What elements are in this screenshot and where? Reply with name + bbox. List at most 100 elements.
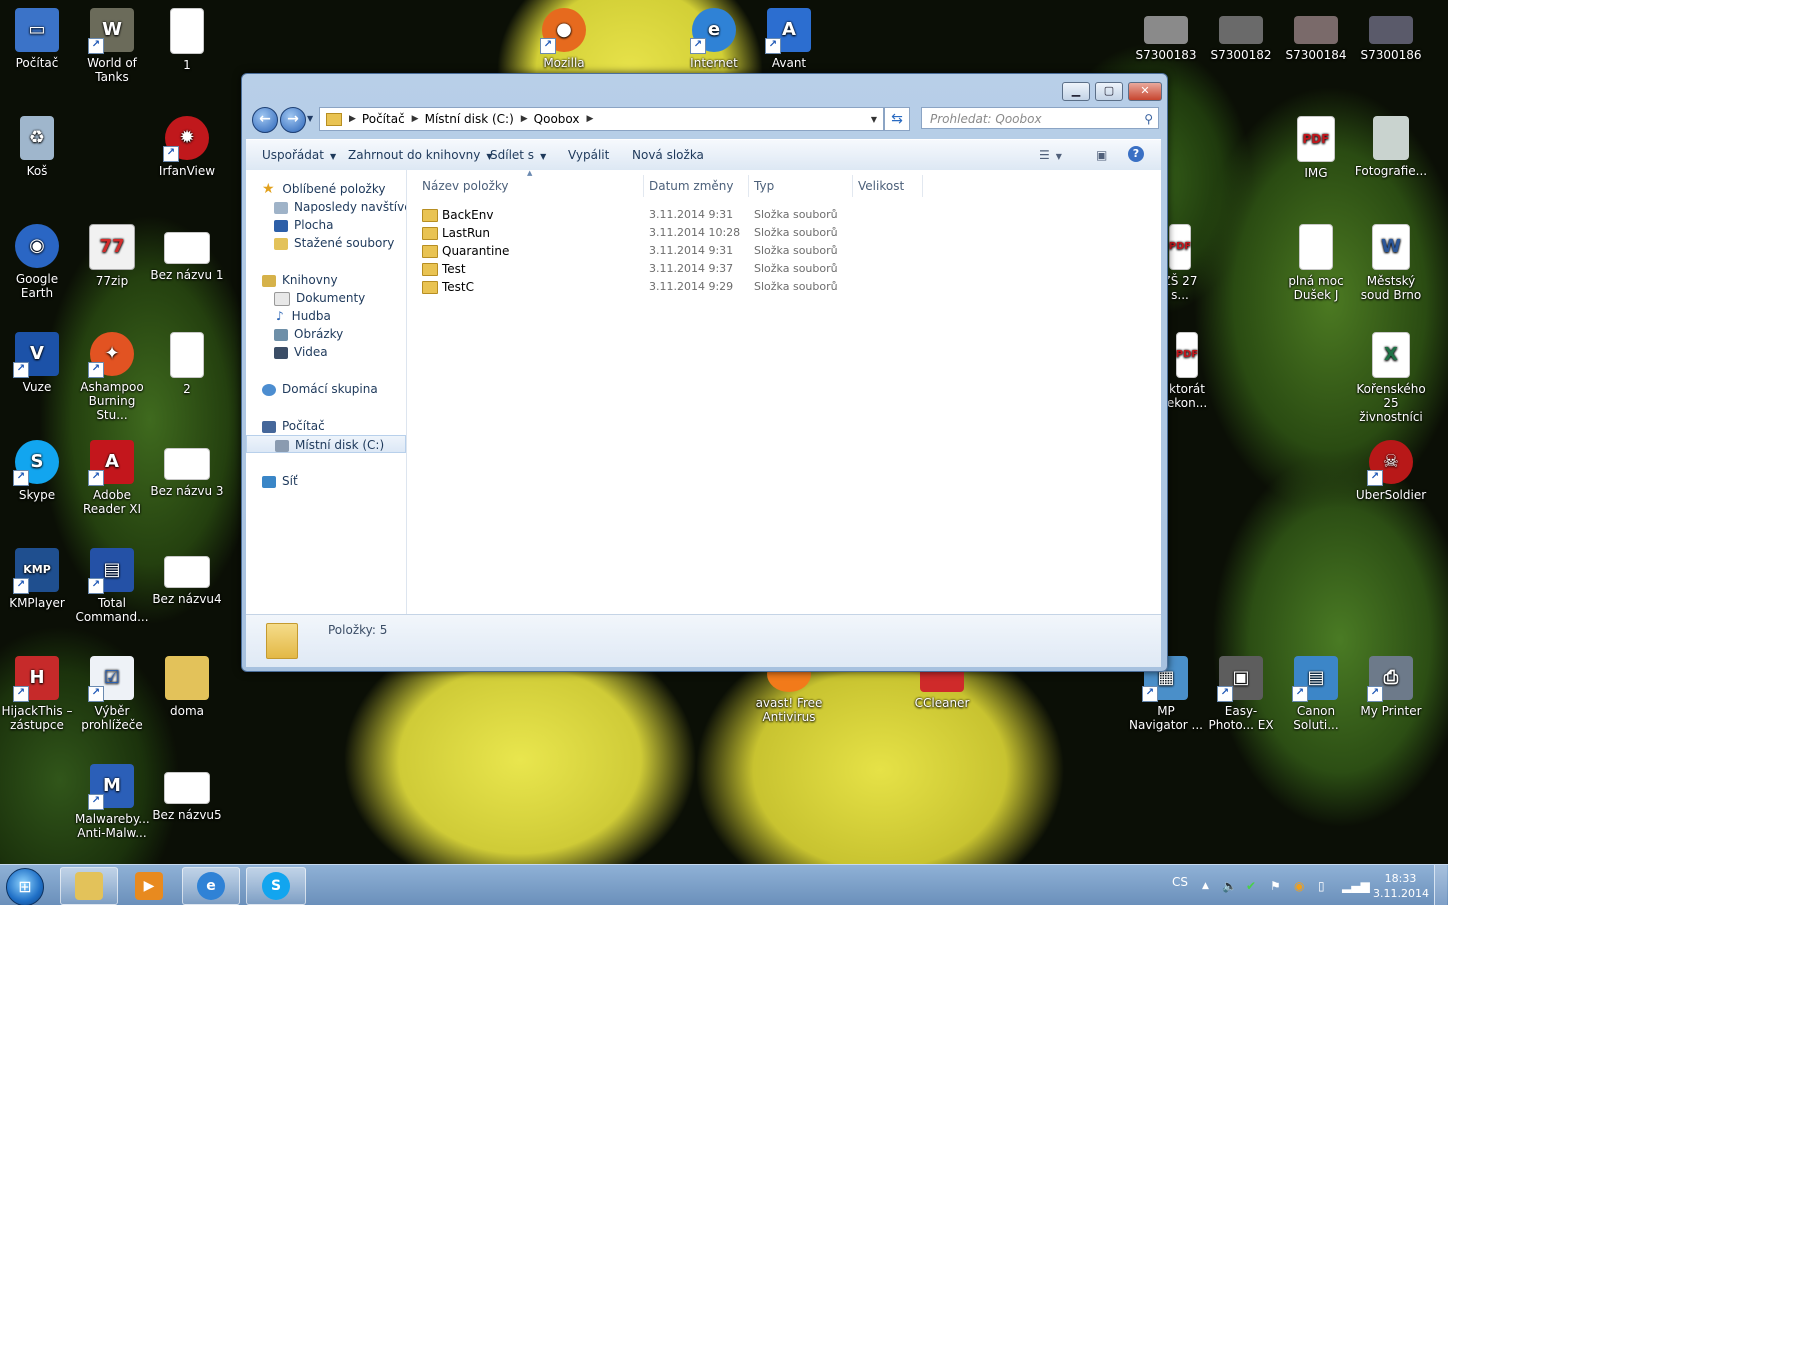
desktop-icon-mestsky-soud-brno[interactable]: W Městský soud Brno — [1354, 224, 1428, 302]
nav-libraries[interactable]: Knihovny — [246, 271, 406, 289]
language-indicator[interactable]: CS — [1172, 875, 1188, 889]
help-button[interactable]: ? — [1128, 146, 1144, 162]
desktop-icon-vyber-prohlizece[interactable]: ☑ ↗ Výběr prohlížeče — [75, 656, 149, 732]
chevron-right-icon[interactable]: ▶ — [521, 114, 528, 124]
column-separator[interactable] — [643, 175, 644, 197]
clock[interactable]: 18:33 3.11.2014 — [1373, 871, 1429, 901]
file-row[interactable]: TestC 3.11.2014 9:29 Složka souborů — [407, 278, 1161, 296]
column-separator[interactable] — [748, 175, 749, 197]
desktop-icon-avast[interactable]: avast! Free Antivirus — [752, 656, 826, 724]
file-row[interactable]: Test 3.11.2014 9:37 Složka souborů — [407, 260, 1161, 278]
view-options-button[interactable]: ☰ ▼ — [1039, 148, 1062, 162]
forward-button[interactable]: → — [280, 107, 306, 133]
search-input[interactable]: Prohledat: Qoobox ⚲ — [921, 107, 1159, 129]
close-button[interactable]: ✕ — [1128, 82, 1162, 101]
desktop-icon-bez-nazvu-4[interactable]: Bez názvu4 — [150, 548, 224, 606]
taskbar-explorer[interactable] — [60, 867, 118, 905]
desktop-icon-ubersoldier[interactable]: ☠ ↗ UberSoldier — [1354, 440, 1428, 502]
nav-recent-places[interactable]: Naposledy navštívené — [246, 198, 406, 216]
nav-desktop[interactable]: Plocha — [246, 216, 406, 234]
column-header-date[interactable]: Datum změny — [649, 179, 734, 193]
chevron-right-icon[interactable]: ▶ — [349, 114, 356, 124]
start-button[interactable]: ⊞ — [6, 868, 44, 905]
file-row[interactable]: LastRun 3.11.2014 10:28 Složka souborů — [407, 224, 1161, 242]
nav-pictures[interactable]: Obrázky — [246, 325, 406, 343]
desktop-icon-malwarebytes[interactable]: M ↗ Malwareby... Anti-Malw... — [75, 764, 150, 840]
address-bar[interactable]: ▶ Počítač ▶ Místní disk (C:) ▶ Qoobox ▶ … — [319, 107, 884, 131]
desktop-icon-kmplayer[interactable]: KMP ↗ KMPlayer — [0, 548, 74, 610]
column-separator[interactable] — [922, 175, 923, 197]
breadcrumb-computer[interactable]: Počítač — [362, 112, 405, 126]
desktop-icon-plna-moc[interactable]: plná moc Dušek J — [1279, 224, 1353, 302]
desktop-icon-ktorat[interactable]: PDF ktorát ekon... — [1162, 332, 1212, 410]
nav-favorites[interactable]: ★ Oblíbené položky — [246, 180, 406, 198]
taskbar-skype[interactable]: S — [246, 867, 306, 905]
action-center-flag-icon[interactable]: ⚑ — [1270, 879, 1281, 893]
preview-pane-button[interactable]: ▣ — [1096, 148, 1107, 162]
desktop-icon-computer[interactable]: ▭ Počítač — [0, 8, 74, 70]
volume-icon[interactable]: 🔈 — [1222, 879, 1237, 893]
nav-documents[interactable]: Dokumenty — [246, 289, 406, 307]
nav-network[interactable]: Síť — [246, 472, 406, 490]
search-icon[interactable]: ⚲ — [1144, 108, 1153, 130]
desktop-icon-internet[interactable]: e ↗ Internet — [677, 8, 751, 70]
desktop-icon-google-earth[interactable]: ◉ Google Earth — [0, 224, 74, 300]
desktop-icon-hijackthis[interactable]: H ↗ HijackThis – zástupce — [0, 656, 74, 732]
desktop-icon-fotografie[interactable]: Fotografie... — [1354, 116, 1428, 178]
desktop-icon-bez-nazvu-1[interactable]: Bez názvu 1 — [150, 224, 224, 282]
desktop-icon-total-commander[interactable]: ▤ ↗ Total Command... — [75, 548, 149, 624]
file-row[interactable]: BackEnv 3.11.2014 9:31 Složka souborů — [407, 206, 1161, 224]
desktop-icon-canon-solution[interactable]: ▤ ↗ Canon Soluti... — [1279, 656, 1353, 732]
network-signal-icon[interactable]: ▂▄▆ — [1342, 879, 1370, 893]
taskbar-media-player[interactable]: ▶ — [120, 867, 178, 905]
column-header-name[interactable]: Název položky — [422, 179, 508, 193]
desktop-icon-img[interactable]: PDF IMG — [1279, 116, 1353, 180]
taskbar-internet-explorer[interactable]: e — [182, 867, 240, 905]
breadcrumb-local-disk[interactable]: Místní disk (C:) — [425, 112, 514, 126]
share-with-button[interactable]: Sdílet s ▼ — [490, 148, 546, 162]
chevron-right-icon[interactable]: ▶ — [587, 114, 594, 124]
desktop-icon-ashampoo[interactable]: ✦ ↗ Ashampoo Burning Stu... — [75, 332, 149, 422]
desktop-icon-vuze[interactable]: V ↗ Vuze — [0, 332, 74, 394]
desktop-icon-bez-nazvu-5[interactable]: Bez názvu5 — [150, 764, 224, 822]
nav-homegroup[interactable]: Domácí skupina — [246, 380, 406, 398]
chevron-right-icon[interactable]: ▶ — [412, 114, 419, 124]
desktop-icon-irfanview[interactable]: ✹ ↗ IrfanView — [150, 116, 224, 178]
desktop-icon-s7300183[interactable]: S7300183 — [1129, 16, 1203, 62]
desktop-icon-2[interactable]: 2 — [150, 332, 224, 396]
desktop-icon-bez-nazvu-3[interactable]: Bez názvu 3 — [150, 440, 224, 498]
column-separator[interactable] — [852, 175, 853, 197]
desktop-icon-77zip[interactable]: 77 77zip — [75, 224, 149, 288]
refresh-button[interactable]: ⇆ — [884, 107, 910, 131]
breadcrumb-qoobox[interactable]: Qoobox — [534, 112, 580, 126]
back-button[interactable]: ← — [252, 107, 278, 133]
desktop-icon-mozilla[interactable]: ● ↗ Mozilla — [527, 8, 601, 70]
desktop-icon-easy-photo[interactable]: ▣ ↗ Easy-Photo... EX — [1204, 656, 1278, 732]
organize-button[interactable]: Uspořádat ▼ — [262, 148, 336, 162]
nav-computer[interactable]: Počítač — [246, 417, 406, 435]
address-dropdown-icon[interactable]: ▼ — [871, 115, 877, 124]
security-check-icon[interactable]: ✔ — [1246, 879, 1256, 893]
desktop-icon-s7300182[interactable]: S7300182 — [1204, 16, 1278, 62]
desktop-icon-adobe-reader[interactable]: A ↗ Adobe Reader XI — [75, 440, 149, 516]
desktop-icon-s7300186[interactable]: S7300186 — [1354, 16, 1428, 62]
desktop-icon-my-printer[interactable]: ⎙ ↗ My Printer — [1354, 656, 1428, 718]
desktop-icon-s7300184[interactable]: S7300184 — [1279, 16, 1353, 62]
nav-videos[interactable]: Videa — [246, 343, 406, 361]
desktop-icon-doma[interactable]: doma — [150, 656, 224, 718]
minimize-button[interactable]: ▁ — [1062, 82, 1090, 101]
desktop-icon-avant[interactable]: A ↗ Avant — [752, 8, 826, 70]
desktop-icon-korenskeho[interactable]: X Kořenského 25 živnostníci — [1354, 332, 1428, 424]
show-hidden-icons-icon[interactable]: ▲ — [1202, 881, 1209, 891]
burn-button[interactable]: Vypálit — [568, 148, 609, 162]
maximize-button[interactable]: ▢ — [1095, 82, 1123, 101]
desktop-icon-recycle-bin[interactable]: ♻ Koš — [0, 116, 74, 178]
nav-downloads[interactable]: Stažené soubory — [246, 234, 406, 252]
power-icon[interactable]: ▯ — [1318, 879, 1325, 893]
recent-pages-dropdown[interactable]: ▼ — [307, 114, 313, 123]
column-header-type[interactable]: Typ — [754, 179, 774, 193]
column-header-size[interactable]: Velikost — [858, 179, 904, 193]
desktop-icon-skype[interactable]: S ↗ Skype — [0, 440, 74, 502]
show-desktop-button[interactable] — [1434, 865, 1447, 905]
file-row[interactable]: Quarantine 3.11.2014 9:31 Složka souborů — [407, 242, 1161, 260]
